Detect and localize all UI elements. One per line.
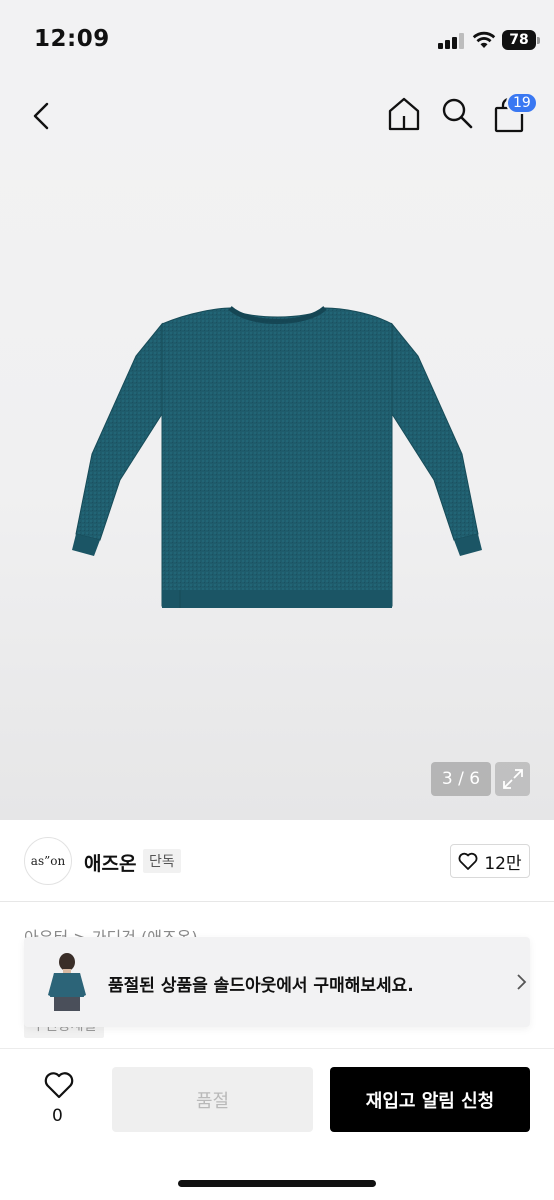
heart-icon[interactable] [44,1071,74,1099]
wifi-icon [472,31,496,48]
image-page-indicator: 3 / 6 [431,762,491,796]
home-indicator [178,1180,376,1187]
battery-indicator: 78 [502,30,540,50]
wish-count: 0 [52,1106,63,1126]
product-image [72,306,482,608]
chevron-right-icon [517,974,527,990]
chevron-left-icon[interactable] [26,100,58,132]
brand-logo[interactable]: as”on [24,837,72,885]
expand-image-button[interactable] [495,762,530,796]
product-image-gallery[interactable]: 19 3 / 6 [0,84,554,820]
soldout-banner[interactable]: 품절된 상품을 솔드아웃에서 구매해보세요. [24,937,530,1027]
soldout-button: 품절 [112,1067,313,1132]
exclusive-badge: 단독 [143,849,181,873]
search-icon[interactable] [440,96,474,130]
brand-name[interactable]: 애즈온 [84,849,136,876]
product-detail-screen: 12:09 78 19 3 / 6 as”on 애즈온 단독 12만 품절된 상… [0,0,554,1200]
expand-icon [502,769,523,789]
soldout-banner-text: 품절된 상품을 솔드아웃에서 구매해보세요. [108,976,414,996]
brand-like-button[interactable]: 12만 [450,844,530,878]
cart-count-badge: 19 [506,92,538,114]
banner-thumbnail [42,951,92,1013]
home-icon[interactable] [386,96,422,132]
bottom-action-bar: 0 품절 재입고 알림 신청 [0,1048,554,1200]
brand-row: as”on 애즈온 단독 12만 [0,820,554,902]
heart-icon [458,852,478,870]
restock-alert-button[interactable]: 재입고 알림 신청 [330,1067,530,1132]
cellular-signal-icon [438,33,464,49]
status-time: 12:09 [34,26,110,52]
status-bar: 12:09 78 [0,0,554,84]
brand-like-count: 12만 [484,853,522,874]
